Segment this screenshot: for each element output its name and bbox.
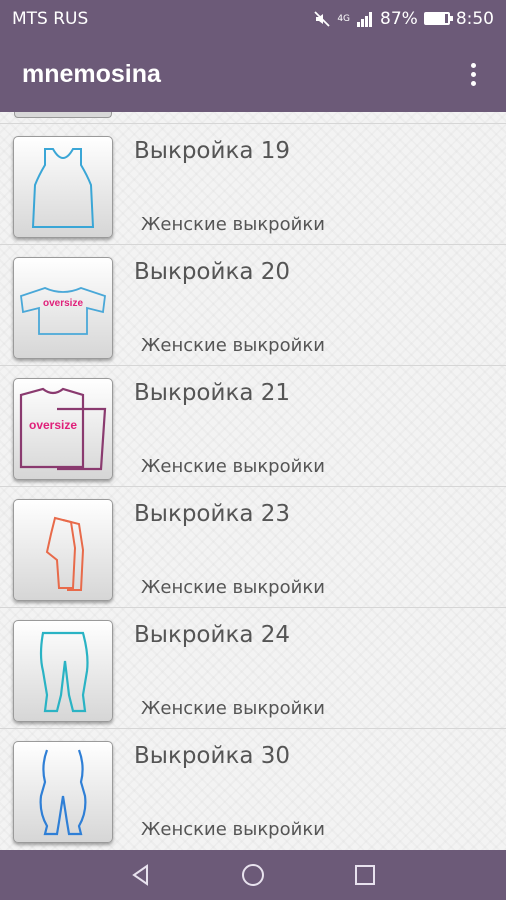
item-subtitle: Женские выкройки <box>141 698 325 719</box>
thumbnail <box>13 499 113 601</box>
app-bar: mnemosina <box>0 37 506 112</box>
list-item[interactable]: oversize Выкройка 21 Женские выкройки <box>0 365 506 486</box>
battery-icon <box>423 12 453 25</box>
app-title: mnemosina <box>22 60 161 88</box>
home-icon[interactable] <box>237 859 269 891</box>
thumbnail <box>13 620 113 722</box>
list-item[interactable]: Выкройка 19 Женские выкройки <box>0 123 506 244</box>
back-icon[interactable] <box>125 859 157 891</box>
body-pants-icon <box>39 749 87 836</box>
tank-top-icon <box>31 148 95 228</box>
status-bar: MTS RUS 4G 87% 8:50 <box>0 0 506 37</box>
item-subtitle: Женские выкройки <box>141 456 325 477</box>
item-title: Выкройка 23 <box>134 501 291 527</box>
trousers-pattern-icon <box>45 516 85 591</box>
list-item[interactable]: Выкройка 30 Женские выкройки <box>0 728 506 849</box>
thumbnail <box>13 741 113 843</box>
oversize-top-icon: oversize <box>19 387 107 471</box>
overflow-menu-icon[interactable] <box>463 57 484 92</box>
item-title: Выкройка 20 <box>134 259 291 285</box>
list-item[interactable]: Выкройка 23 Женские выкройки <box>0 486 506 607</box>
thumbnail: oversize <box>13 378 113 480</box>
battery-percent: 87% <box>380 8 418 29</box>
thumbnail: oversize <box>13 257 113 359</box>
partial-list-item <box>14 112 112 118</box>
list-item[interactable]: Выкройка 24 Женские выкройки <box>0 607 506 728</box>
carrier-label: MTS RUS <box>12 8 89 29</box>
item-subtitle: Женские выкройки <box>141 335 325 356</box>
item-subtitle: Женские выкройки <box>141 577 325 598</box>
navigation-bar <box>0 850 506 900</box>
mute-icon <box>314 10 330 27</box>
item-title: Выкройка 24 <box>134 622 291 648</box>
item-title: Выкройка 30 <box>134 743 291 769</box>
leggings-icon <box>39 631 89 713</box>
oversize-badge: oversize <box>43 298 83 309</box>
status-icons: 4G 87% 8:50 <box>313 9 494 29</box>
item-title: Выкройка 21 <box>134 380 291 406</box>
item-title: Выкройка 19 <box>134 138 291 164</box>
signal-icon <box>357 11 373 27</box>
clock: 8:50 <box>455 8 494 29</box>
recents-icon[interactable] <box>349 859 381 891</box>
thumbnail <box>13 136 113 238</box>
list-item[interactable]: oversize Выкройка 20 Женские выкройки <box>0 244 506 365</box>
item-subtitle: Женские выкройки <box>141 819 325 840</box>
oversize-badge: oversize <box>29 418 77 432</box>
oversize-tshirt-icon: oversize <box>20 287 106 335</box>
item-subtitle: Женские выкройки <box>141 214 325 235</box>
pattern-list: Выкройка 19 Женские выкройки oversize Вы… <box>0 112 506 850</box>
network-label: 4G <box>337 13 351 24</box>
